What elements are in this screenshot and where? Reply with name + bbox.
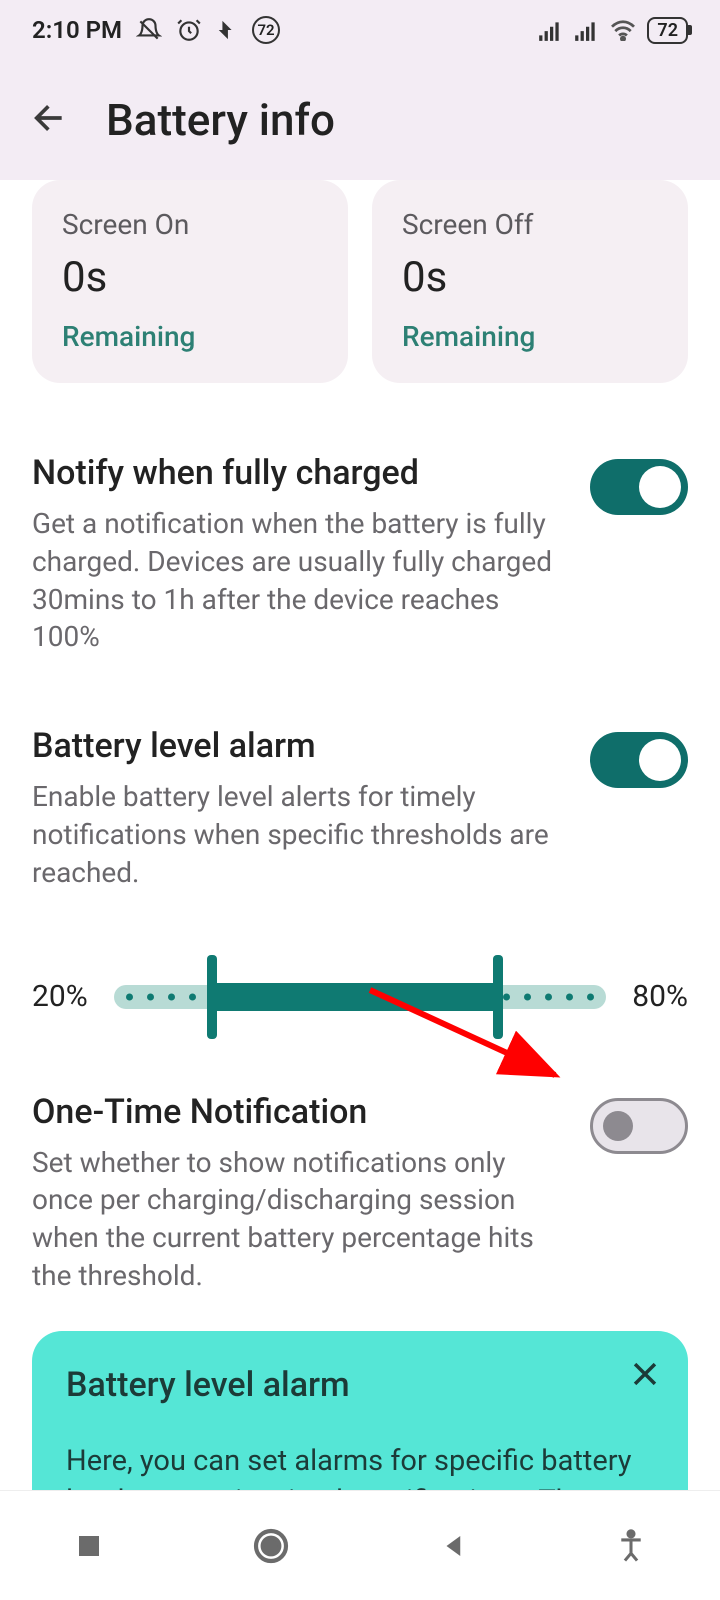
screen-off-caption: Remaining (402, 320, 658, 353)
speed-badge-icon: 72 (252, 16, 280, 44)
screen-on-card[interactable]: Screen On 0s Remaining (32, 180, 348, 383)
range-track[interactable] (114, 952, 607, 1042)
screen-on-label: Screen On (62, 208, 318, 241)
recents-button[interactable] (74, 1531, 104, 1561)
status-bar: 2:10 PM 72 72 (0, 0, 720, 60)
home-button[interactable] (251, 1526, 291, 1566)
dnd-icon (136, 17, 162, 43)
alarm-icon (176, 17, 202, 43)
screen-off-value: 0s (402, 253, 658, 302)
notify-full-toggle[interactable] (590, 459, 688, 515)
level-alarm-slider: 20% 80% (0, 952, 720, 1042)
back-button[interactable] (30, 98, 70, 142)
slider-handle-low[interactable] (207, 955, 217, 1039)
screen-on-value: 0s (62, 253, 318, 302)
info-card-close-button[interactable] (628, 1357, 662, 1395)
info-card-title: Battery level alarm (66, 1365, 654, 1405)
status-time: 2:10 PM (32, 16, 122, 44)
one-time-title: One-Time Notification (32, 1092, 570, 1132)
app-bar: Battery info (0, 60, 720, 180)
level-alarm-desc: Enable battery level alerts for timely n… (32, 778, 570, 891)
one-time-desc: Set whether to show notifications only o… (32, 1144, 570, 1295)
charging-icon (216, 17, 238, 43)
level-alarm-row: Battery level alarm Enable battery level… (0, 726, 720, 891)
screen-off-card[interactable]: Screen Off 0s Remaining (372, 180, 688, 383)
notify-full-title: Notify when fully charged (32, 453, 570, 493)
slider-high-label: 80% (632, 979, 688, 1014)
back-nav-button[interactable] (439, 1531, 469, 1561)
slider-handle-high[interactable] (493, 955, 503, 1039)
system-nav-bar (0, 1490, 720, 1600)
signal-1-icon (537, 19, 563, 41)
one-time-toggle[interactable] (590, 1098, 688, 1154)
content-area: Screen On 0s Remaining Screen Off 0s Rem… (0, 180, 720, 1600)
screen-on-caption: Remaining (62, 320, 318, 353)
signal-2-icon (573, 19, 599, 41)
wifi-icon (609, 19, 637, 41)
notify-full-desc: Get a notification when the battery is f… (32, 505, 570, 656)
battery-icon: 72 (647, 17, 688, 44)
notify-full-row: Notify when fully charged Get a notifica… (0, 453, 720, 656)
one-time-row: One-Time Notification Set whether to sho… (0, 1092, 720, 1295)
accessibility-button[interactable] (616, 1529, 646, 1563)
level-alarm-toggle[interactable] (590, 732, 688, 788)
page-title: Battery info (106, 94, 335, 146)
slider-low-label: 20% (32, 979, 88, 1014)
screen-off-label: Screen Off (402, 208, 658, 241)
level-alarm-title: Battery level alarm (32, 726, 570, 766)
